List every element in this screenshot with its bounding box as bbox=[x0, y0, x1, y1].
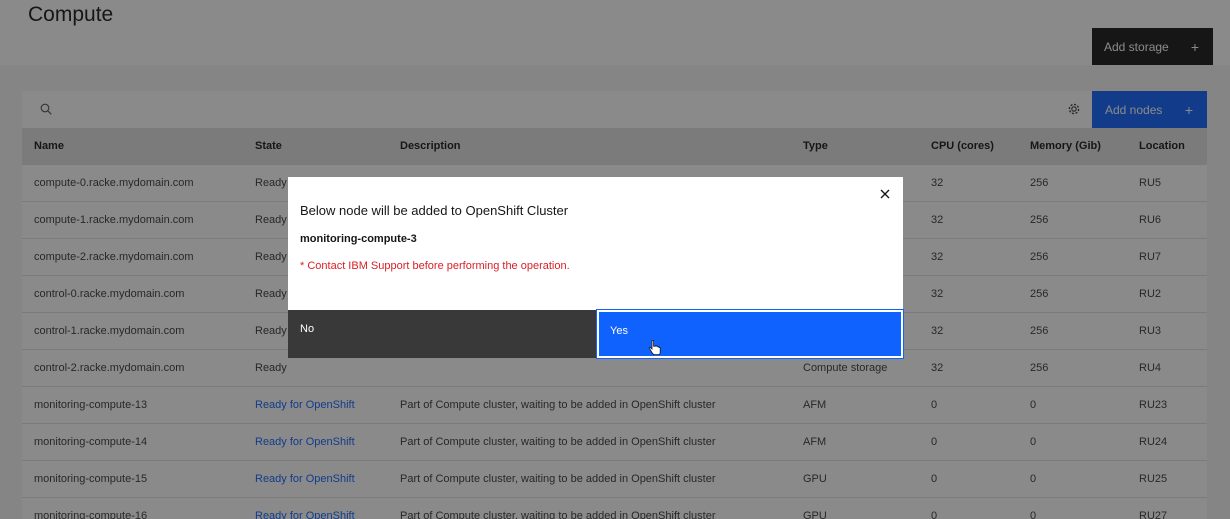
confirm-add-node-dialog: Below node will be added to OpenShift Cl… bbox=[288, 177, 904, 359]
warning-text: Contact IBM Support before performing th… bbox=[307, 260, 570, 272]
pointer-cursor-icon bbox=[648, 340, 661, 355]
modal-heading: Below node will be added to OpenShift Cl… bbox=[300, 203, 569, 218]
modal-warning: * Contact IBM Support before performing … bbox=[300, 260, 570, 272]
required-asterisk: * bbox=[300, 260, 305, 272]
modal-node-name: monitoring-compute-3 bbox=[300, 233, 417, 245]
yes-button[interactable]: Yes bbox=[596, 309, 904, 359]
close-icon[interactable] bbox=[877, 186, 893, 202]
no-button[interactable]: No bbox=[288, 310, 597, 358]
